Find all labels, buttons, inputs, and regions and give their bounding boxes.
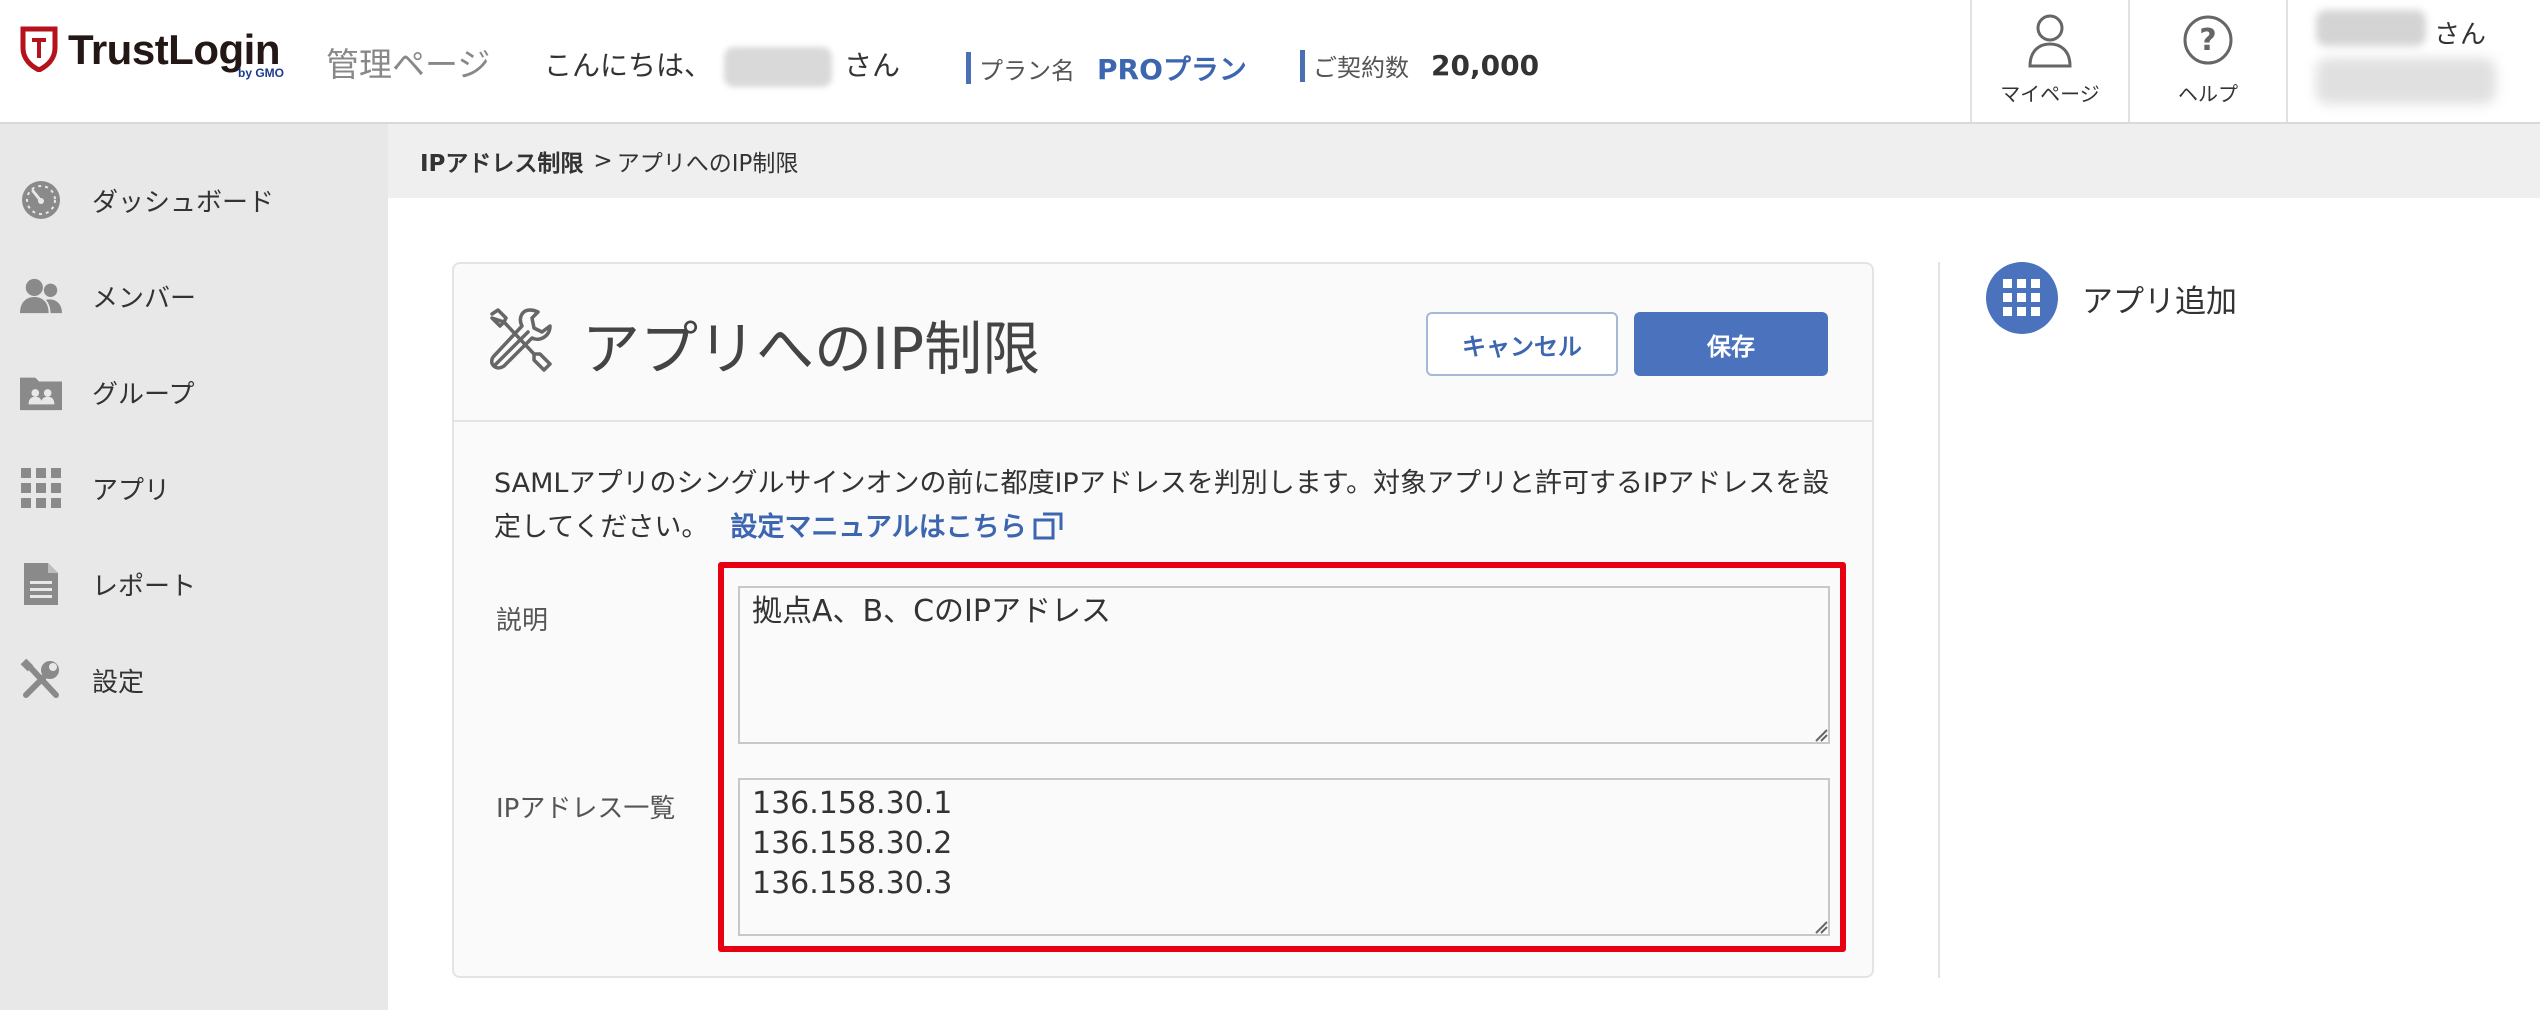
card-header: アプリへのIP制限 キャンセル 保存 [454, 264, 1872, 422]
sidebar-item-label: アプリ [92, 475, 171, 506]
external-link-icon [1033, 510, 1063, 554]
mypage-button[interactable]: マイページ [1972, 0, 2128, 122]
user-account-menu[interactable]: さん [2316, 10, 2536, 120]
blurred-user-name [2316, 10, 2426, 46]
plan-value: PROプラン [1097, 53, 1247, 86]
header-divider [2286, 0, 2288, 122]
logo-gmo: by GMO [238, 66, 285, 80]
sidebar: ダッシュボード メンバー グループ アプリ レポート 設定 [0, 124, 388, 1010]
sidebar-item-label: メンバー [92, 283, 197, 314]
group-folder-icon [20, 371, 62, 413]
breadcrumb-separator: > [593, 148, 613, 174]
cancel-button[interactable]: キャンセル [1426, 312, 1618, 376]
description-text: SAMLアプリのシングルサインオンの前に都度IPアドレスを判別します。対象アプリ… [494, 468, 1830, 543]
sidebar-item-groups[interactable]: グループ [0, 352, 388, 432]
greeting-prefix: こんにちは、 [544, 49, 713, 82]
plan-info: プラン名 PROプラン [966, 48, 1247, 88]
user-profile-icon [2028, 14, 2072, 68]
add-app-grid-icon [1986, 262, 2058, 334]
contract-label: ご契約数 [1313, 54, 1409, 82]
user-suffix: さん [2434, 20, 2487, 50]
contract-bar-mark [1300, 49, 1305, 82]
breadcrumb-link-ip-restriction[interactable]: IPアドレス制限 [420, 144, 583, 178]
tools-icon [20, 659, 62, 701]
page-title: アプリへのIP制限 [582, 315, 1041, 383]
greeting-suffix: さん [844, 49, 901, 82]
report-document-icon [20, 563, 62, 605]
card-description: SAMLアプリのシングルサインオンの前に都度IPアドレスを判別します。対象アプリ… [494, 462, 1854, 554]
blurred-user-detail [2316, 58, 2496, 104]
greeting: こんにちは、 さん [544, 44, 900, 87]
setup-manual-link-label: 設定マニュアルはこちら [730, 512, 1027, 543]
dashboard-gauge-icon [20, 179, 62, 221]
ip-list-field-label: IPアドレス一覧 [496, 794, 676, 824]
sidebar-item-label: レポート [92, 571, 197, 602]
sidebar-item-label: ダッシュボード [92, 187, 275, 218]
members-icon [20, 275, 62, 317]
help-label: ヘルプ [2178, 82, 2238, 106]
sidebar-item-label: グループ [92, 379, 195, 410]
tools-icon [484, 304, 556, 380]
plan-bar-mark [966, 52, 971, 84]
sidebar-item-label: 設定 [92, 667, 145, 698]
logo-shield-icon [20, 26, 58, 72]
breadcrumb-current: アプリへのIP制限 [616, 151, 799, 177]
sidebar-item-settings[interactable]: 設定 [0, 640, 388, 720]
add-app-button[interactable]: アプリ追加 [1986, 262, 2237, 334]
contract-info: ご契約数 20,000 [1300, 48, 1539, 83]
ip-address-list-textarea[interactable] [738, 778, 1830, 936]
mypage-label: マイページ [2000, 82, 2100, 106]
help-question-icon: ? [2183, 15, 2233, 65]
sidebar-item-dashboard[interactable]: ダッシュボード [0, 160, 388, 240]
save-button[interactable]: 保存 [1634, 312, 1828, 376]
panel-divider [1938, 262, 1940, 978]
ip-restriction-card: アプリへのIP制限 キャンセル 保存 SAMLアプリのシングルサインオンの前に都… [452, 262, 1874, 978]
sidebar-item-members[interactable]: メンバー [0, 256, 388, 336]
plan-label: プラン名 [979, 56, 1075, 85]
sidebar-item-reports[interactable]: レポート [0, 544, 388, 624]
top-header: TrustLogin by GMO 管理ページ こんにちは、 さん プラン名 PR… [0, 0, 2540, 124]
blurred-user-name [724, 47, 833, 87]
setup-manual-link[interactable]: 設定マニュアルはこちら [730, 512, 1063, 543]
resize-handle-icon[interactable] [1814, 920, 1828, 934]
trustlogin-logo[interactable]: TrustLogin by GMO [20, 24, 300, 84]
admin-page-title: 管理ページ [326, 45, 491, 84]
contract-value: 20,000 [1431, 49, 1540, 82]
description-field-label: 説明 [496, 606, 549, 636]
breadcrumb: IPアドレス制限 > アプリへのIP制限 [388, 124, 2540, 198]
add-app-label: アプリ追加 [2082, 283, 2237, 320]
sidebar-item-apps[interactable]: アプリ [0, 448, 388, 528]
resize-handle-icon[interactable] [1814, 728, 1828, 742]
description-textarea[interactable]: 拠点A、B、CのIPアドレス [738, 586, 1830, 744]
svg-text:?: ? [2199, 23, 2216, 58]
app-grid-icon [20, 467, 62, 509]
help-button[interactable]: ? ヘルプ [2130, 0, 2286, 122]
